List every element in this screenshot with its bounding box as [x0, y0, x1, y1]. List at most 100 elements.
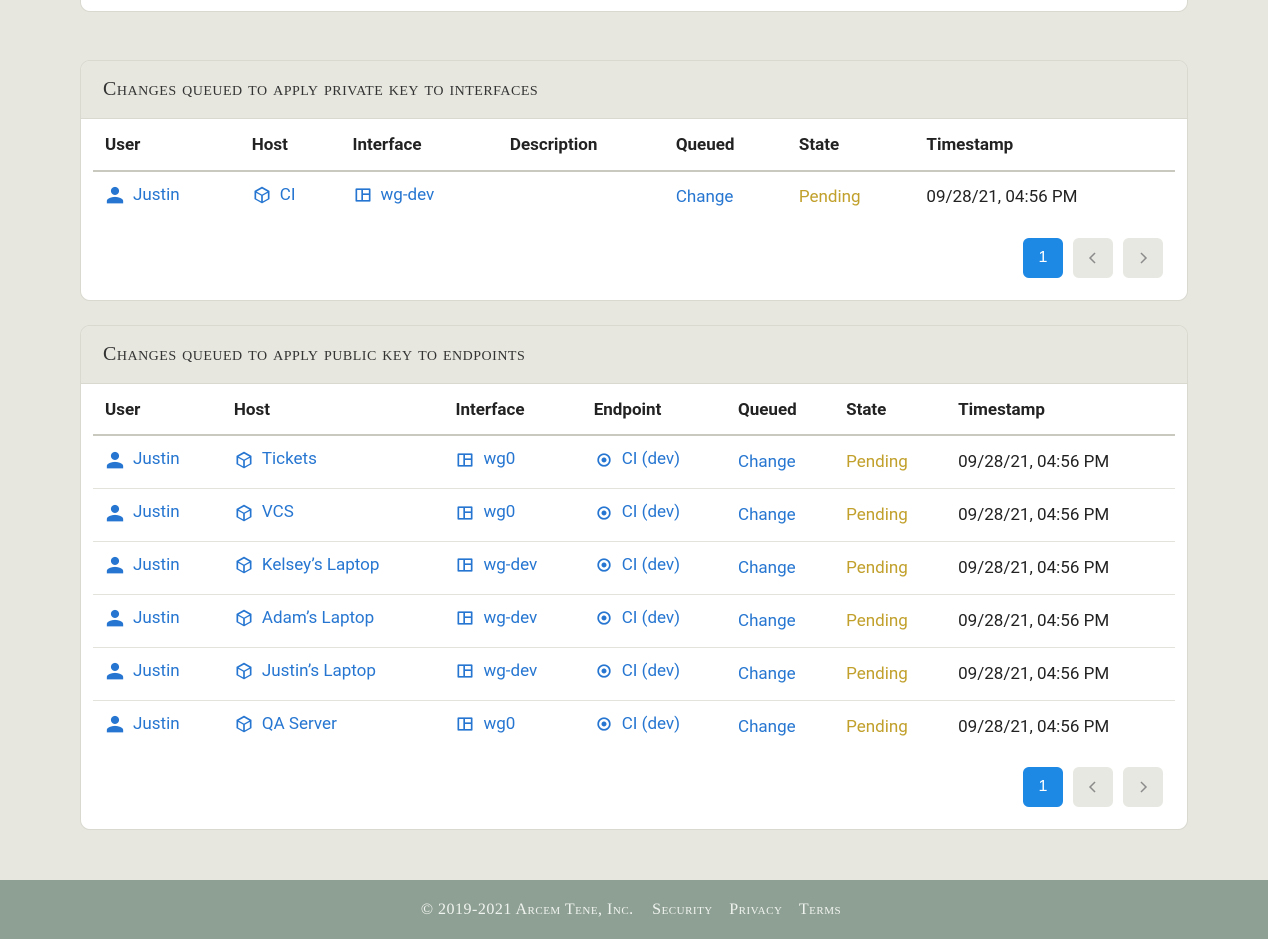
- link-text: wg-dev: [483, 659, 537, 684]
- user-link[interactable]: Justin: [105, 447, 180, 472]
- link-text: CI (dev): [622, 447, 680, 472]
- user-link[interactable]: Justin: [105, 606, 180, 631]
- queued-link[interactable]: Change: [738, 609, 796, 634]
- interface-link[interactable]: wg0: [455, 712, 515, 737]
- private-key-changes-card: Changes queued to apply private key to i…: [80, 60, 1188, 301]
- col-timestamp: Timestamp: [946, 384, 1175, 436]
- link-text: CI (dev): [622, 606, 680, 631]
- person-icon: [105, 503, 125, 523]
- interface-link[interactable]: wg0: [455, 500, 515, 525]
- queued-link[interactable]: Change: [738, 556, 796, 581]
- table-row: JustinCIwg-devChangePending09/28/21, 04:…: [93, 171, 1175, 224]
- col-interface: Interface: [341, 119, 498, 171]
- person-icon: [105, 450, 125, 470]
- link-text: CI (dev): [622, 712, 680, 737]
- interface-link[interactable]: wg-dev: [353, 183, 435, 208]
- user-link[interactable]: Justin: [105, 500, 180, 525]
- state-badge: Pending: [846, 505, 908, 525]
- queued-link[interactable]: Change: [738, 662, 796, 687]
- user-link[interactable]: Justin: [105, 659, 180, 684]
- host-link[interactable]: Justin’s Laptop: [234, 659, 376, 684]
- endpoint-link[interactable]: CI (dev): [594, 659, 680, 684]
- col-user: User: [93, 119, 240, 171]
- link-text: Justin: [133, 553, 180, 578]
- page-next-button[interactable]: [1123, 767, 1163, 807]
- col-interface: Interface: [443, 384, 581, 436]
- state-badge: Pending: [846, 452, 908, 472]
- endpoint-link[interactable]: CI (dev): [594, 712, 680, 737]
- link-text: CI: [280, 183, 296, 208]
- board-icon: [353, 185, 373, 205]
- chevron-left-icon: [1084, 778, 1102, 796]
- link-text: wg0: [483, 447, 515, 472]
- endpoint-link[interactable]: CI (dev): [594, 447, 680, 472]
- host-link[interactable]: Tickets: [234, 447, 317, 472]
- endpoint-link[interactable]: CI (dev): [594, 500, 680, 525]
- page-1-button[interactable]: 1: [1023, 238, 1063, 278]
- board-icon: [455, 503, 475, 523]
- timestamp: 09/28/21, 04:56 PM: [946, 595, 1175, 648]
- link-text: wg-dev: [483, 606, 537, 631]
- timestamp: 09/28/21, 04:56 PM: [946, 489, 1175, 542]
- user-link[interactable]: Justin: [105, 553, 180, 578]
- target-icon: [594, 503, 614, 523]
- person-icon: [105, 661, 125, 681]
- queued-link[interactable]: Change: [738, 715, 796, 740]
- cube-icon: [234, 608, 254, 628]
- link-text: Justin: [133, 447, 180, 472]
- interface-link[interactable]: wg-dev: [455, 606, 537, 631]
- user-link[interactable]: Justin: [105, 712, 180, 737]
- host-link[interactable]: QA Server: [234, 712, 337, 737]
- link-text: Justin: [133, 183, 180, 208]
- user-link[interactable]: Justin: [105, 183, 180, 208]
- page-prev-button[interactable]: [1073, 238, 1113, 278]
- footer-link-security[interactable]: Security: [652, 901, 713, 918]
- endpoint-link[interactable]: CI (dev): [594, 606, 680, 631]
- footer-link-terms[interactable]: Terms: [799, 901, 841, 918]
- cube-icon: [234, 714, 254, 734]
- queued-link[interactable]: Change: [676, 185, 734, 210]
- chevron-right-icon: [1134, 778, 1152, 796]
- footer-link-privacy[interactable]: Privacy: [729, 901, 782, 918]
- col-queued: Queued: [664, 119, 787, 171]
- table-row: Justin Justin’s Laptop wg-dev CI (dev) Chang…: [93, 648, 1175, 701]
- public-key-changes-card: Changes queued to apply public key to en…: [80, 325, 1188, 830]
- state-badge: Pending: [846, 717, 908, 737]
- link-text: Justin: [133, 606, 180, 631]
- target-icon: [594, 450, 614, 470]
- link-text: CI (dev): [622, 500, 680, 525]
- table-row: Justin Adam’s Laptop wg-dev CI (dev) Change P…: [93, 595, 1175, 648]
- previous-card-fragment: [80, 0, 1188, 12]
- state-badge: Pending: [846, 558, 908, 578]
- col-timestamp: Timestamp: [914, 119, 1175, 171]
- interface-link[interactable]: wg-dev: [455, 659, 537, 684]
- card-title: Changes queued to apply public key to en…: [103, 340, 1165, 369]
- page-1-button[interactable]: 1: [1023, 767, 1063, 807]
- host-link[interactable]: CI: [252, 183, 296, 208]
- page-prev-button[interactable]: [1073, 767, 1113, 807]
- cube-icon: [252, 185, 272, 205]
- interface-link[interactable]: wg0: [455, 447, 515, 472]
- link-text: QA Server: [262, 712, 337, 737]
- col-endpoint: Endpoint: [582, 384, 726, 436]
- target-icon: [594, 714, 614, 734]
- host-link[interactable]: Kelsey’s Laptop: [234, 553, 380, 578]
- table-row: Justin Kelsey’s Laptop wg-dev CI (dev) Chang…: [93, 542, 1175, 595]
- footer: © 2019-2021 Arcem Tene, Inc. Security Pr…: [0, 880, 1268, 939]
- state-badge: Pending: [846, 611, 908, 631]
- target-icon: [594, 608, 614, 628]
- page-next-button[interactable]: [1123, 238, 1163, 278]
- board-icon: [455, 450, 475, 470]
- interface-link[interactable]: wg-dev: [455, 553, 537, 578]
- endpoint-link[interactable]: CI (dev): [594, 553, 680, 578]
- col-host: Host: [222, 384, 444, 436]
- queued-link[interactable]: Change: [738, 503, 796, 528]
- queued-link[interactable]: Change: [738, 450, 796, 475]
- person-icon: [105, 555, 125, 575]
- link-text: Justin’s Laptop: [262, 659, 376, 684]
- host-link[interactable]: Adam’s Laptop: [234, 606, 374, 631]
- table-row: JustinQA Serverwg0CI (dev)ChangePending0…: [93, 701, 1175, 753]
- host-link[interactable]: VCS: [234, 500, 294, 525]
- card-title: Changes queued to apply private key to i…: [103, 75, 1165, 104]
- link-text: Adam’s Laptop: [262, 606, 374, 631]
